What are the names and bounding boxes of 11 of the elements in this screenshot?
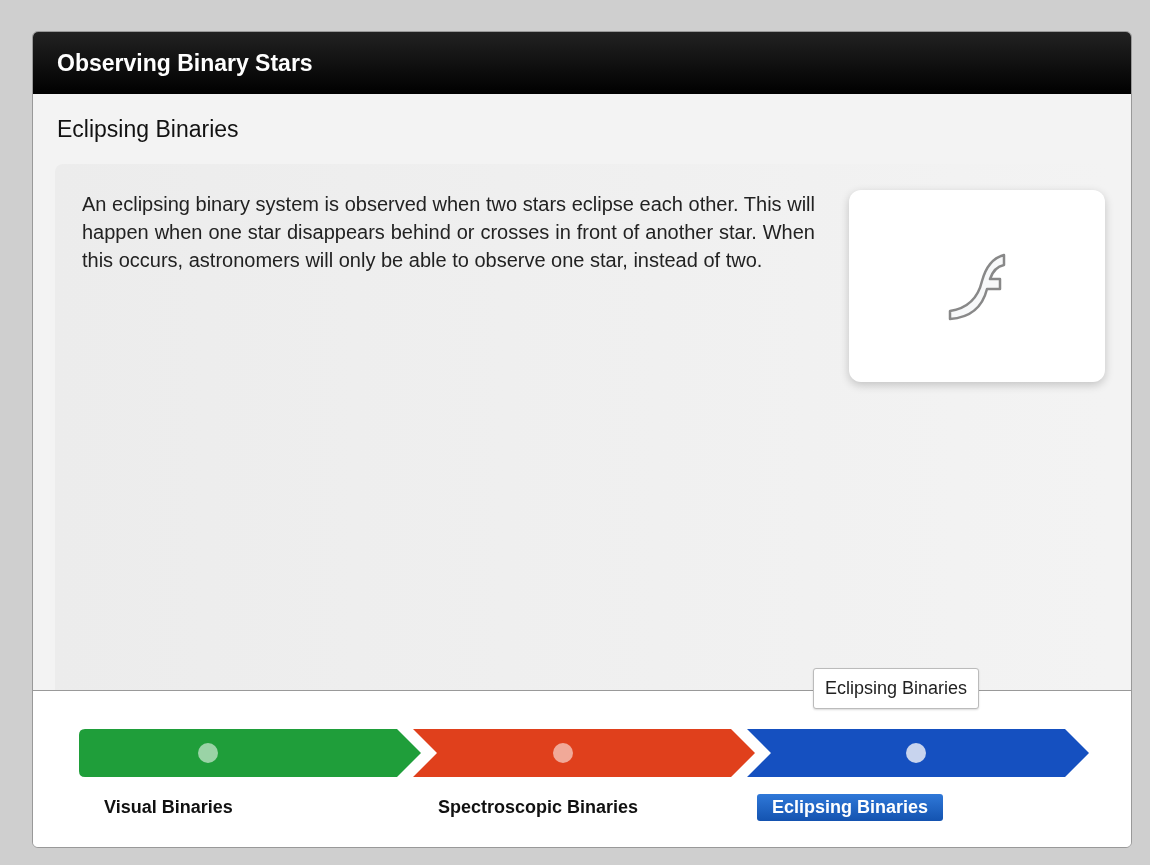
step-label[interactable]: Eclipsing Binaries: [757, 794, 944, 821]
flash-logo-icon: [946, 251, 1008, 321]
progress-segment[interactable]: [79, 729, 421, 777]
window-title: Observing Binary Stars: [57, 49, 313, 77]
progress-segment[interactable]: [413, 729, 755, 777]
step-label[interactable]: Spectroscopic Binaries: [438, 797, 639, 818]
section-title: Eclipsing Binaries: [56, 115, 240, 142]
step-tooltip: Eclipsing Binaries: [813, 668, 980, 709]
description-text: An eclipsing binary system is observed when two stars eclipse each other. This will happen when one star disappears behind or crosses in front of another star. When this occurs, astronomers will only be able to observe one star, instead of two.: [82, 192, 815, 273]
step-label[interactable]: Visual Binaries: [104, 797, 233, 818]
progress-segment[interactable]: [747, 729, 1089, 777]
